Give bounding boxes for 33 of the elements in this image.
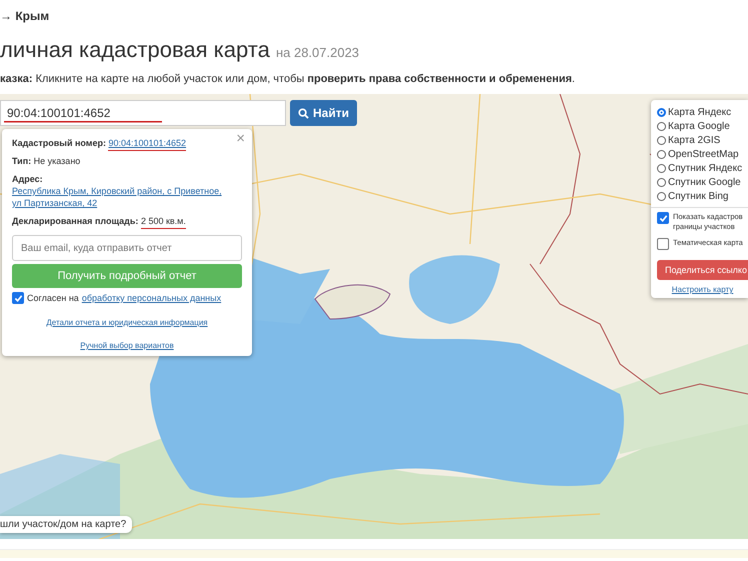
field-label: Декларированная площадь: xyxy=(12,216,138,226)
layer-option[interactable]: Спутник Google xyxy=(657,175,748,189)
consent-link[interactable]: обработку персональных данных xyxy=(82,293,222,303)
share-button[interactable]: Поделиться ссылко xyxy=(657,260,748,280)
layer-option[interactable]: Карта Яндекс xyxy=(657,105,748,119)
details-link[interactable]: Детали отчета и юридическая информация xyxy=(46,318,208,327)
consent-checkbox[interactable] xyxy=(12,292,24,304)
layer-checkbox[interactable] xyxy=(657,238,669,250)
field-link[interactable]: 90:04:100101:4652 xyxy=(108,138,186,151)
layer-option[interactable]: Карта Google xyxy=(657,119,748,133)
settings-link[interactable]: Настроить карту xyxy=(672,285,734,294)
field-label: Кадастровый номер: xyxy=(12,138,106,148)
field-link[interactable]: Республика Крым, Кировский район, с Приветное, ул Партизанская, 42 xyxy=(12,185,228,209)
field-label: Адрес: xyxy=(12,174,43,184)
help-bubble[interactable]: шли участок/дом на карте? xyxy=(0,516,132,533)
search-icon xyxy=(298,108,309,118)
title-date: на 28.07.2023 xyxy=(276,45,360,60)
manual-link[interactable]: Ручной выбор вариантов xyxy=(80,341,174,350)
field-value: Не указано xyxy=(34,156,80,166)
breadcrumb[interactable]: → Крым xyxy=(0,0,50,25)
page-title: личная кадастровая карта xyxy=(0,37,270,62)
hint-text: казка: Кликните на карте на любой участок или дом, чтобы проверить права собственности и обременения. xyxy=(0,72,576,86)
layer-option[interactable]: Карта 2GIS xyxy=(657,133,748,147)
layer-checkbox[interactable] xyxy=(657,212,669,224)
field-value: 2 500 кв.м. xyxy=(140,216,186,229)
layer-option[interactable]: Спутник Bing xyxy=(657,189,748,203)
email-field[interactable]: Ваш email, куда отправить отчет xyxy=(12,235,242,261)
layer-option[interactable]: OpenStreetMap xyxy=(657,147,748,161)
cadastral-search-field[interactable]: 90:04:100101:4652 xyxy=(0,100,286,126)
search-button[interactable]: Найти xyxy=(290,100,357,126)
consent-label: Согласен на xyxy=(27,293,79,303)
layer-option[interactable]: Спутник Яндекс xyxy=(657,161,748,175)
field-label: Тип: xyxy=(12,156,32,166)
